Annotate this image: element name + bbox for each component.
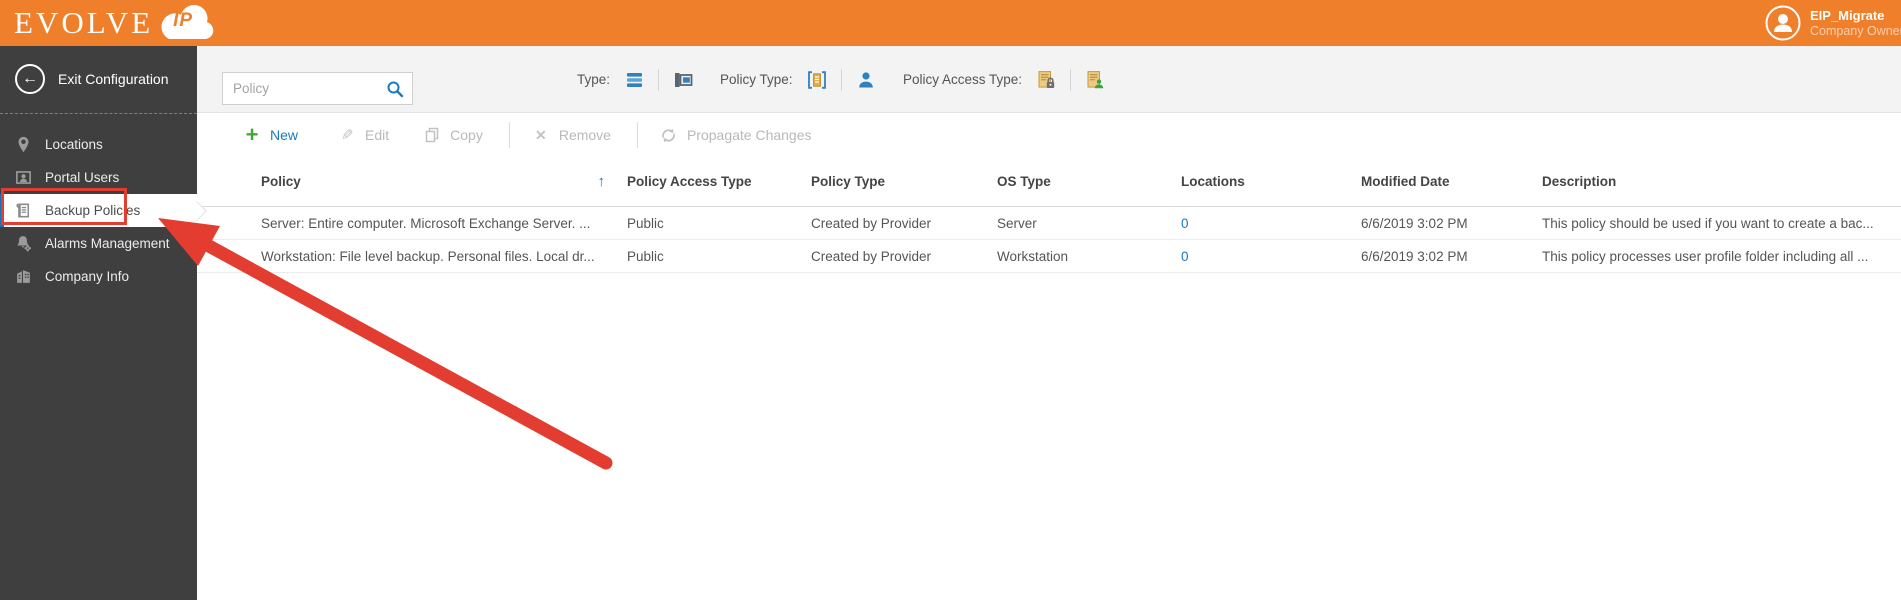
column-header-policy-access-type[interactable]: Policy Access Type	[627, 174, 811, 189]
exit-configuration-button[interactable]: Exit Configuration	[0, 46, 197, 113]
sidebar-item-label: Locations	[45, 137, 103, 152]
sidebar-nav: Locations Portal Users Backup Policies A…	[0, 128, 197, 293]
main-content: Type: Policy Type:	[197, 46, 1901, 600]
logo-badge: IP	[173, 10, 194, 31]
filter-separator	[1070, 68, 1072, 91]
cell-policy: Workstation: File level backup. Personal…	[261, 248, 595, 264]
sidebar-divider	[0, 113, 197, 114]
back-arrow-icon	[15, 64, 45, 94]
column-header-os-type[interactable]: OS Type	[997, 174, 1181, 189]
toolbar: New Edit Copy Remove	[197, 113, 1901, 157]
user-info: EIP_Migrate Company Owner	[1810, 8, 1901, 39]
sidebar-item-label: Company Info	[45, 269, 130, 284]
provider-policy-icon[interactable]	[803, 66, 831, 94]
toolbar-separator	[636, 122, 638, 148]
sidebar-item-company-info[interactable]: Company Info	[0, 260, 197, 293]
toolbar-separator	[508, 122, 510, 148]
private-access-icon[interactable]	[1032, 66, 1060, 94]
sidebar-item-backup-policies[interactable]: Backup Policies	[0, 194, 197, 227]
public-access-icon[interactable]	[1081, 66, 1109, 94]
pencil-icon	[338, 126, 356, 144]
column-header-policy-type[interactable]: Policy Type	[811, 174, 997, 189]
policy-type-filter-label: Policy Type:	[720, 72, 793, 87]
workstation-type-icon[interactable]	[669, 66, 697, 94]
logo-text: EVOLVE	[14, 5, 154, 40]
user-name: EIP_Migrate	[1810, 7, 1885, 23]
column-header-policy[interactable]: Policy	[197, 173, 627, 190]
filter-separator	[840, 68, 842, 91]
remove-button[interactable]: Remove	[532, 126, 611, 144]
location-pin-icon	[18, 136, 29, 153]
user-avatar-icon[interactable]	[1765, 5, 1801, 41]
cell-policy-access-type: Public	[627, 248, 664, 264]
user-menu[interactable]: EIP_Migrate Company Owner	[1765, 5, 1901, 41]
sidebar: Exit Configuration Locations Portal User…	[0, 46, 197, 600]
cell-policy: Server: Entire computer. Microsoft Excha…	[261, 215, 591, 231]
table-header-row: Policy Policy Access Type Policy Type OS…	[197, 157, 1901, 207]
server-type-icon[interactable]	[620, 66, 648, 94]
top-header: EVOLVE IP EIP_Migrate Company Owner	[0, 0, 1901, 46]
new-button[interactable]: New	[243, 126, 298, 144]
locations-link[interactable]: 0	[1181, 249, 1189, 264]
cell-policy-type: Created by Provider	[811, 215, 932, 231]
portal-user-icon	[16, 171, 31, 184]
sidebar-item-locations[interactable]: Locations	[0, 128, 197, 161]
cell-locations: 0	[1181, 249, 1361, 264]
sidebar-item-label: Backup Policies	[45, 203, 141, 218]
table-row[interactable]: Server: Entire computer. Microsoft Excha…	[197, 207, 1901, 240]
policy-access-type-filter-group: Policy Access Type:	[903, 46, 1109, 113]
plus-icon	[243, 126, 261, 144]
copy-icon	[423, 126, 441, 144]
column-header-modified-date[interactable]: Modified Date	[1361, 174, 1542, 189]
policy-type-filter-group: Policy Type:	[720, 46, 880, 113]
cell-locations: 0	[1181, 216, 1361, 231]
table-row[interactable]: Workstation: File level backup. Personal…	[197, 240, 1901, 273]
sync-icon	[660, 126, 678, 144]
sidebar-item-alarms-management[interactable]: Alarms Management	[0, 227, 197, 260]
company-building-icon	[17, 270, 30, 283]
policy-search-input[interactable]	[223, 81, 386, 96]
cell-policy-type: Created by Provider	[811, 248, 932, 264]
policy-search-box	[222, 72, 413, 105]
cell-description: This policy should be used if you want t…	[1542, 215, 1874, 231]
sort-ascending-icon	[598, 173, 606, 190]
column-header-description[interactable]: Description	[1542, 174, 1901, 189]
alarm-bell-gear-icon	[17, 236, 31, 252]
filter-separator	[658, 68, 660, 91]
cell-policy-access-type: Public	[627, 215, 664, 231]
cell-os-type: Server	[997, 215, 1037, 231]
edit-button[interactable]: Edit	[338, 126, 389, 144]
x-icon	[532, 126, 550, 144]
user-policy-icon[interactable]	[852, 66, 880, 94]
policies-table: Policy Policy Access Type Policy Type OS…	[197, 157, 1901, 273]
filter-bar: Type: Policy Type:	[197, 46, 1901, 113]
propagate-changes-button[interactable]: Propagate Changes	[660, 126, 812, 144]
type-filter-label: Type:	[577, 72, 611, 87]
sidebar-item-portal-users[interactable]: Portal Users	[0, 161, 197, 194]
cell-modified-date: 6/6/2019 3:02 PM	[1361, 248, 1468, 264]
sidebar-item-label: Alarms Management	[45, 236, 170, 251]
user-role: Company Owner	[1810, 23, 1901, 38]
search-icon[interactable]	[386, 80, 404, 98]
cell-description: This policy processes user profile folde…	[1542, 248, 1869, 264]
cloud-icon: IP	[156, 3, 218, 45]
copy-button[interactable]: Copy	[423, 126, 483, 144]
cell-os-type: Workstation	[997, 248, 1069, 264]
exit-configuration-label: Exit Configuration	[58, 71, 169, 87]
cell-modified-date: 6/6/2019 3:02 PM	[1361, 215, 1468, 231]
backup-policies-scroll-icon	[16, 203, 30, 218]
policy-access-type-filter-label: Policy Access Type:	[903, 72, 1023, 87]
column-header-locations[interactable]: Locations	[1181, 174, 1361, 189]
type-filter-group: Type:	[577, 46, 697, 113]
evolveip-logo: EVOLVE IP	[14, 3, 218, 45]
locations-link[interactable]: 0	[1181, 216, 1189, 231]
sidebar-item-label: Portal Users	[45, 170, 120, 185]
